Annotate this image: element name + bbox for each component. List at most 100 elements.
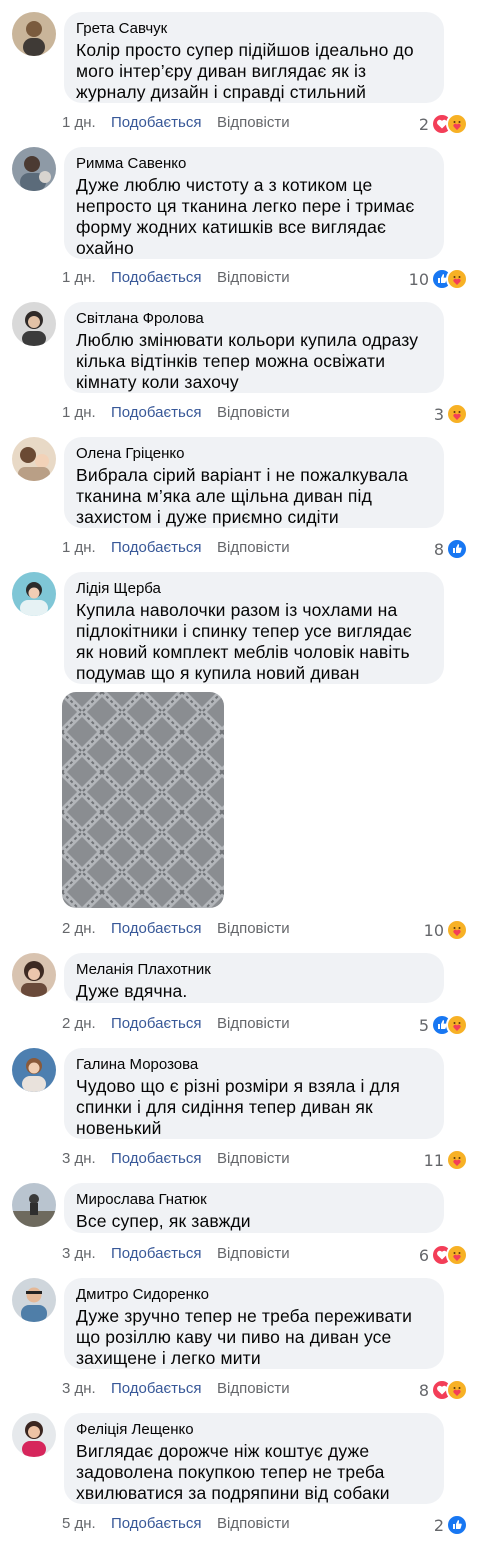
comment-age[interactable]: 3 дн. — [62, 1244, 96, 1264]
reactions-summary[interactable]: 8 — [419, 1379, 468, 1401]
comment-actions: 1 дн. Подобається Відповісти — [62, 113, 468, 133]
comment-text: Люблю змінювати кольори купила одразу кі… — [76, 330, 419, 392]
reply-link[interactable]: Відповісти — [217, 113, 290, 133]
like-reaction-icon — [446, 538, 468, 560]
reply-link[interactable]: Відповісти — [217, 268, 290, 288]
comment-actions: 3 дн. Подобається Відповісти — [62, 1379, 468, 1399]
reply-link[interactable]: Відповісти — [217, 1514, 290, 1534]
reaction-count: 8 — [433, 539, 444, 559]
avatar[interactable] — [12, 302, 56, 346]
comment-age[interactable]: 1 дн. — [62, 268, 96, 288]
reply-link[interactable]: Відповісти — [217, 1149, 290, 1169]
like-link[interactable]: Подобається — [111, 1244, 201, 1264]
comment-age[interactable]: 1 дн. — [62, 403, 96, 423]
reply-link[interactable]: Відповісти — [217, 1379, 290, 1399]
like-link[interactable]: Подобається — [111, 919, 201, 939]
comment-age[interactable]: 1 дн. — [62, 538, 96, 558]
care-reaction-icon — [446, 113, 468, 135]
reactions-summary[interactable]: 2 — [419, 113, 468, 135]
comment-author[interactable]: Дмитро Сидоренко — [76, 1286, 432, 1304]
reactions-summary[interactable]: 10 — [409, 268, 468, 290]
reply-link[interactable]: Відповісти — [217, 538, 290, 558]
care-reaction-icon — [446, 268, 468, 290]
comment-author[interactable]: Мирослава Гнатюк — [76, 1191, 432, 1209]
reaction-count: 5 — [418, 1015, 429, 1035]
reaction-count: 8 — [418, 1380, 429, 1400]
reactions-summary[interactable]: 2 — [434, 1514, 468, 1536]
comment-bubble: Лідія Щерба Купила наволочки разом із чо… — [64, 572, 444, 684]
like-reaction-icon — [446, 1514, 468, 1536]
comment-bubble: Дмитро Сидоренко Дуже зручно тепер не тр… — [64, 1278, 444, 1369]
comment-text: Дуже люблю чистоту а з котиком це непрос… — [76, 175, 415, 258]
comment-author[interactable]: Олена Гріценко — [76, 445, 432, 463]
comment-actions: 1 дн. Подобається Відповісти — [62, 538, 468, 558]
care-reaction-icon — [446, 919, 468, 941]
avatar[interactable] — [12, 12, 56, 56]
avatar[interactable] — [12, 1048, 56, 1092]
comment-age[interactable]: 2 дн. — [62, 1014, 96, 1034]
comment-author[interactable]: Римма Савенко — [76, 155, 432, 173]
comment-actions: 2 дн. Подобається Відповісти — [62, 1014, 468, 1034]
reply-link[interactable]: Відповісти — [217, 403, 290, 423]
reactions-summary[interactable]: 5 — [419, 1014, 468, 1036]
comment-age[interactable]: 5 дн. — [62, 1514, 96, 1534]
comment-bubble: Галина Морозова Чудово що є різні розмір… — [64, 1048, 444, 1139]
avatar[interactable] — [12, 437, 56, 481]
comment-text: Чудово що є різні розміри я взяла і для … — [76, 1076, 400, 1138]
like-link[interactable]: Подобається — [111, 403, 201, 423]
reactions-summary[interactable]: 6 — [419, 1244, 468, 1266]
comment-author[interactable]: Лідія Щерба — [76, 580, 432, 598]
reply-link[interactable]: Відповісти — [217, 1014, 290, 1034]
reaction-count: 6 — [418, 1245, 429, 1265]
like-link[interactable]: Подобається — [111, 538, 201, 558]
reactions-summary[interactable]: 8 — [434, 538, 468, 560]
reaction-count: 11 — [423, 1150, 444, 1170]
comment-bubble: Римма Савенко Дуже люблю чистоту а з кот… — [64, 147, 444, 259]
like-link[interactable]: Подобається — [111, 113, 201, 133]
comment-author[interactable]: Світлана Фролова — [76, 310, 432, 328]
avatar[interactable] — [12, 147, 56, 191]
comment-text: Виглядає дорожче ніж коштує дуже задовол… — [76, 1441, 390, 1503]
care-reaction-icon — [446, 403, 468, 425]
reactions-summary[interactable]: 10 — [424, 919, 468, 941]
like-link[interactable]: Подобається — [111, 1514, 201, 1534]
reaction-count: 2 — [433, 1515, 444, 1535]
like-link[interactable]: Подобається — [111, 268, 201, 288]
reactions-summary[interactable]: 11 — [424, 1149, 468, 1171]
like-link[interactable]: Подобається — [111, 1379, 201, 1399]
reaction-count: 10 — [408, 269, 429, 289]
comment-text: Колір просто супер підійшов ідеально до … — [76, 40, 414, 102]
comment-age[interactable]: 3 дн. — [62, 1379, 96, 1399]
comment-actions: 1 дн. Подобається Відповісти — [62, 268, 468, 288]
avatar[interactable] — [12, 572, 56, 616]
like-link[interactable]: Подобається — [111, 1014, 201, 1034]
comment-age[interactable]: 2 дн. — [62, 919, 96, 939]
comment-bubble: Мирослава Гнатюк Все супер, як завжди — [64, 1183, 444, 1233]
avatar[interactable] — [12, 1413, 56, 1457]
avatar[interactable] — [12, 1183, 56, 1227]
reply-link[interactable]: Відповісти — [217, 1244, 290, 1264]
comment-author[interactable]: Меланія Плахотник — [76, 961, 432, 979]
comment-actions: 3 дн. Подобається Відповісти — [62, 1244, 468, 1264]
care-reaction-icon — [446, 1244, 468, 1266]
reaction-count: 3 — [433, 404, 444, 424]
reaction-count: 10 — [423, 920, 444, 940]
comment-actions: 3 дн. Подобається Відповісти — [62, 1149, 468, 1169]
comment-actions: 2 дн. Подобається Відповісти — [62, 919, 468, 939]
comment-photo[interactable] — [62, 692, 224, 908]
comment-author[interactable]: Галина Морозова — [76, 1056, 432, 1074]
comment-author[interactable]: Грета Савчук — [76, 20, 432, 38]
reactions-summary[interactable]: 3 — [434, 403, 468, 425]
comment-age[interactable]: 3 дн. — [62, 1149, 96, 1169]
care-reaction-icon — [446, 1014, 468, 1036]
avatar[interactable] — [12, 953, 56, 997]
comment-text: Дуже вдячна. — [76, 981, 188, 1001]
comment-text: Все супер, як завжди — [76, 1211, 251, 1231]
comment-author[interactable]: Феліція Лещенко — [76, 1421, 432, 1439]
avatar[interactable] — [12, 1278, 56, 1322]
comment-age[interactable]: 1 дн. — [62, 113, 96, 133]
comment-text: Купила наволочки разом із чохлами на під… — [76, 600, 412, 683]
like-link[interactable]: Подобається — [111, 1149, 201, 1169]
reply-link[interactable]: Відповісти — [217, 919, 290, 939]
comment-bubble: Меланія Плахотник Дуже вдячна. — [64, 953, 444, 1003]
